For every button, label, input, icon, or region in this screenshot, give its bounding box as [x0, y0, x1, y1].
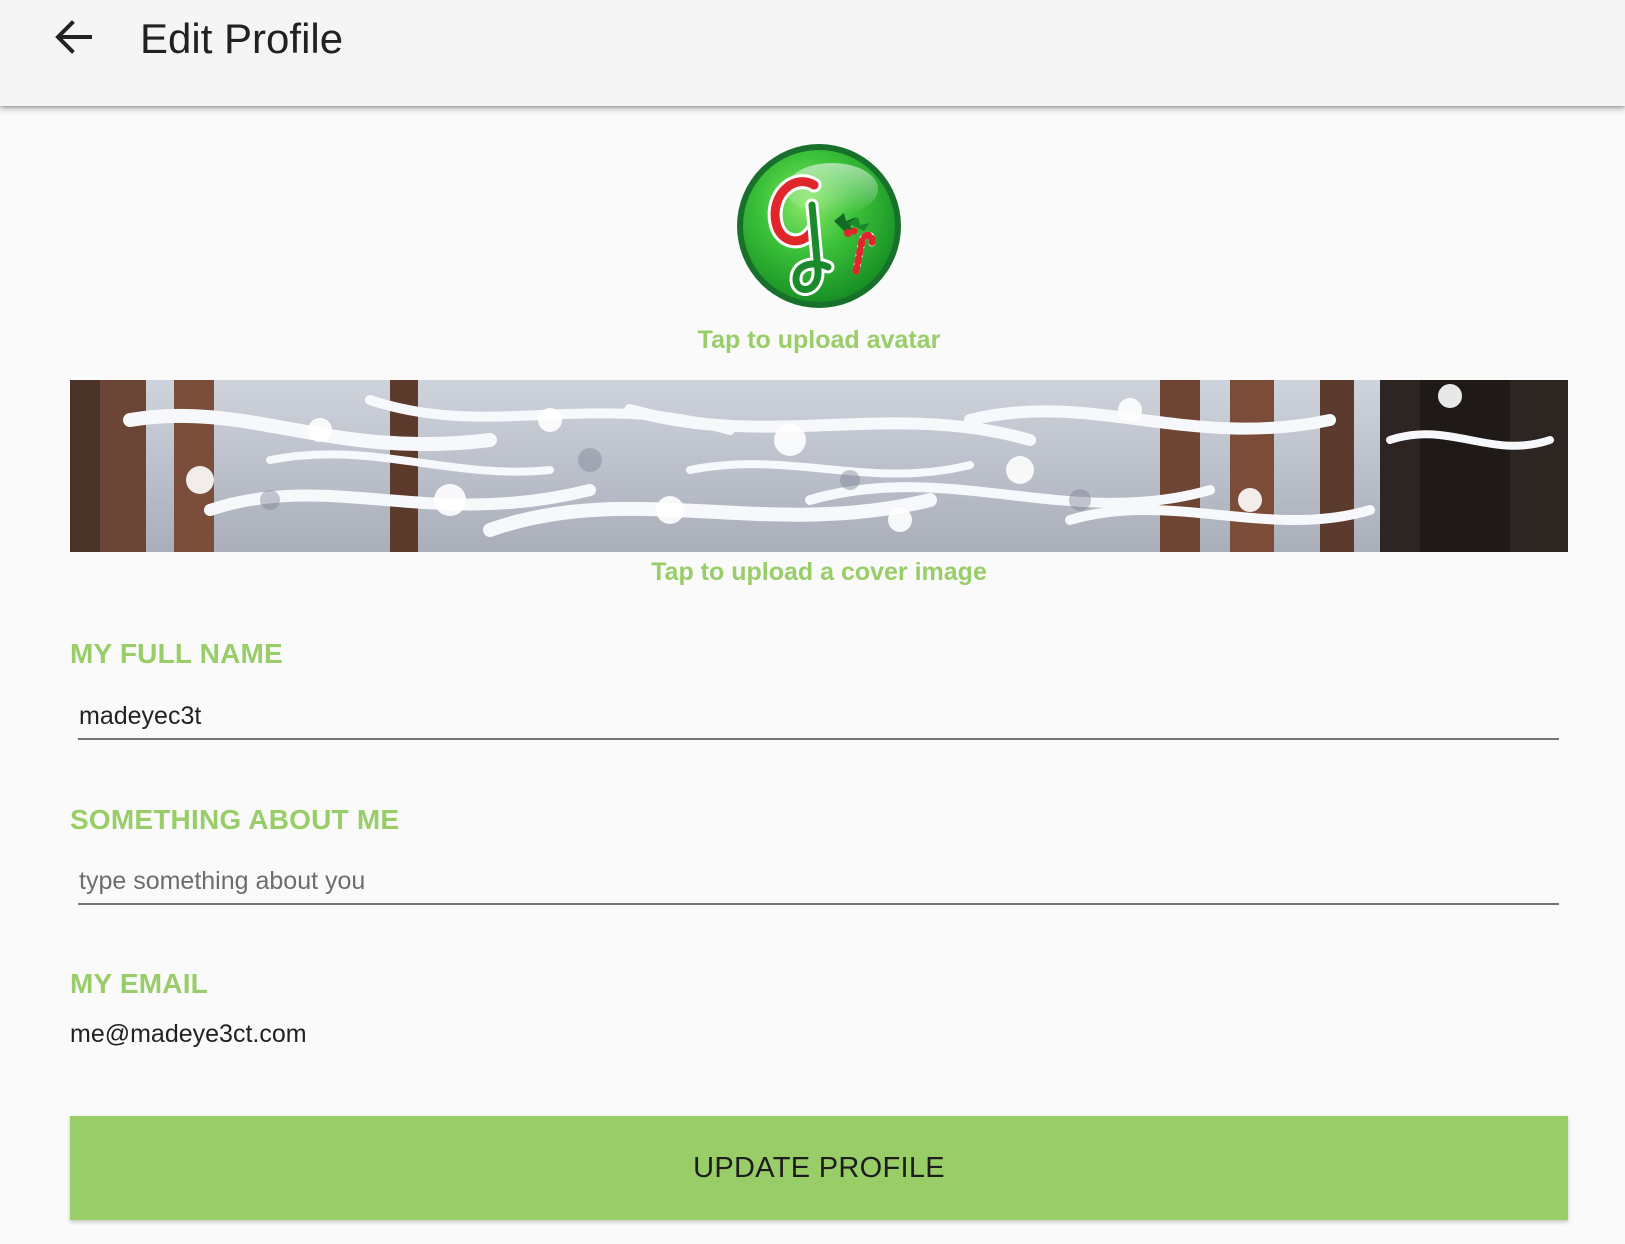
page-title: Edit Profile	[140, 15, 344, 62]
app-bar: Edit Profile	[0, 0, 1625, 106]
full-name-label: MY FULL NAME	[70, 638, 283, 669]
cover-image	[70, 380, 1568, 552]
full-name-input[interactable]	[78, 690, 1559, 740]
back-button[interactable]	[44, 14, 104, 64]
email-label: MY EMAIL	[70, 968, 208, 999]
arrow-left-icon	[54, 19, 94, 60]
email-value: me@madeye3ct.com	[70, 1020, 307, 1048]
upload-cover-link[interactable]: Tap to upload a cover image	[520, 558, 1118, 587]
cover-image-upload[interactable]	[70, 380, 1568, 552]
upload-avatar-link[interactable]: Tap to upload avatar	[612, 326, 1026, 355]
edit-profile-screen: Edit Profile Tap to upload avatar Tap to…	[0, 0, 1625, 1244]
avatar-upload[interactable]	[736, 143, 902, 309]
about-input[interactable]	[78, 855, 1559, 905]
avatar-logo-image	[737, 144, 901, 308]
about-label: SOMETHING ABOUT ME	[70, 804, 400, 835]
update-profile-button[interactable]: UPDATE PROFILE	[70, 1116, 1568, 1220]
